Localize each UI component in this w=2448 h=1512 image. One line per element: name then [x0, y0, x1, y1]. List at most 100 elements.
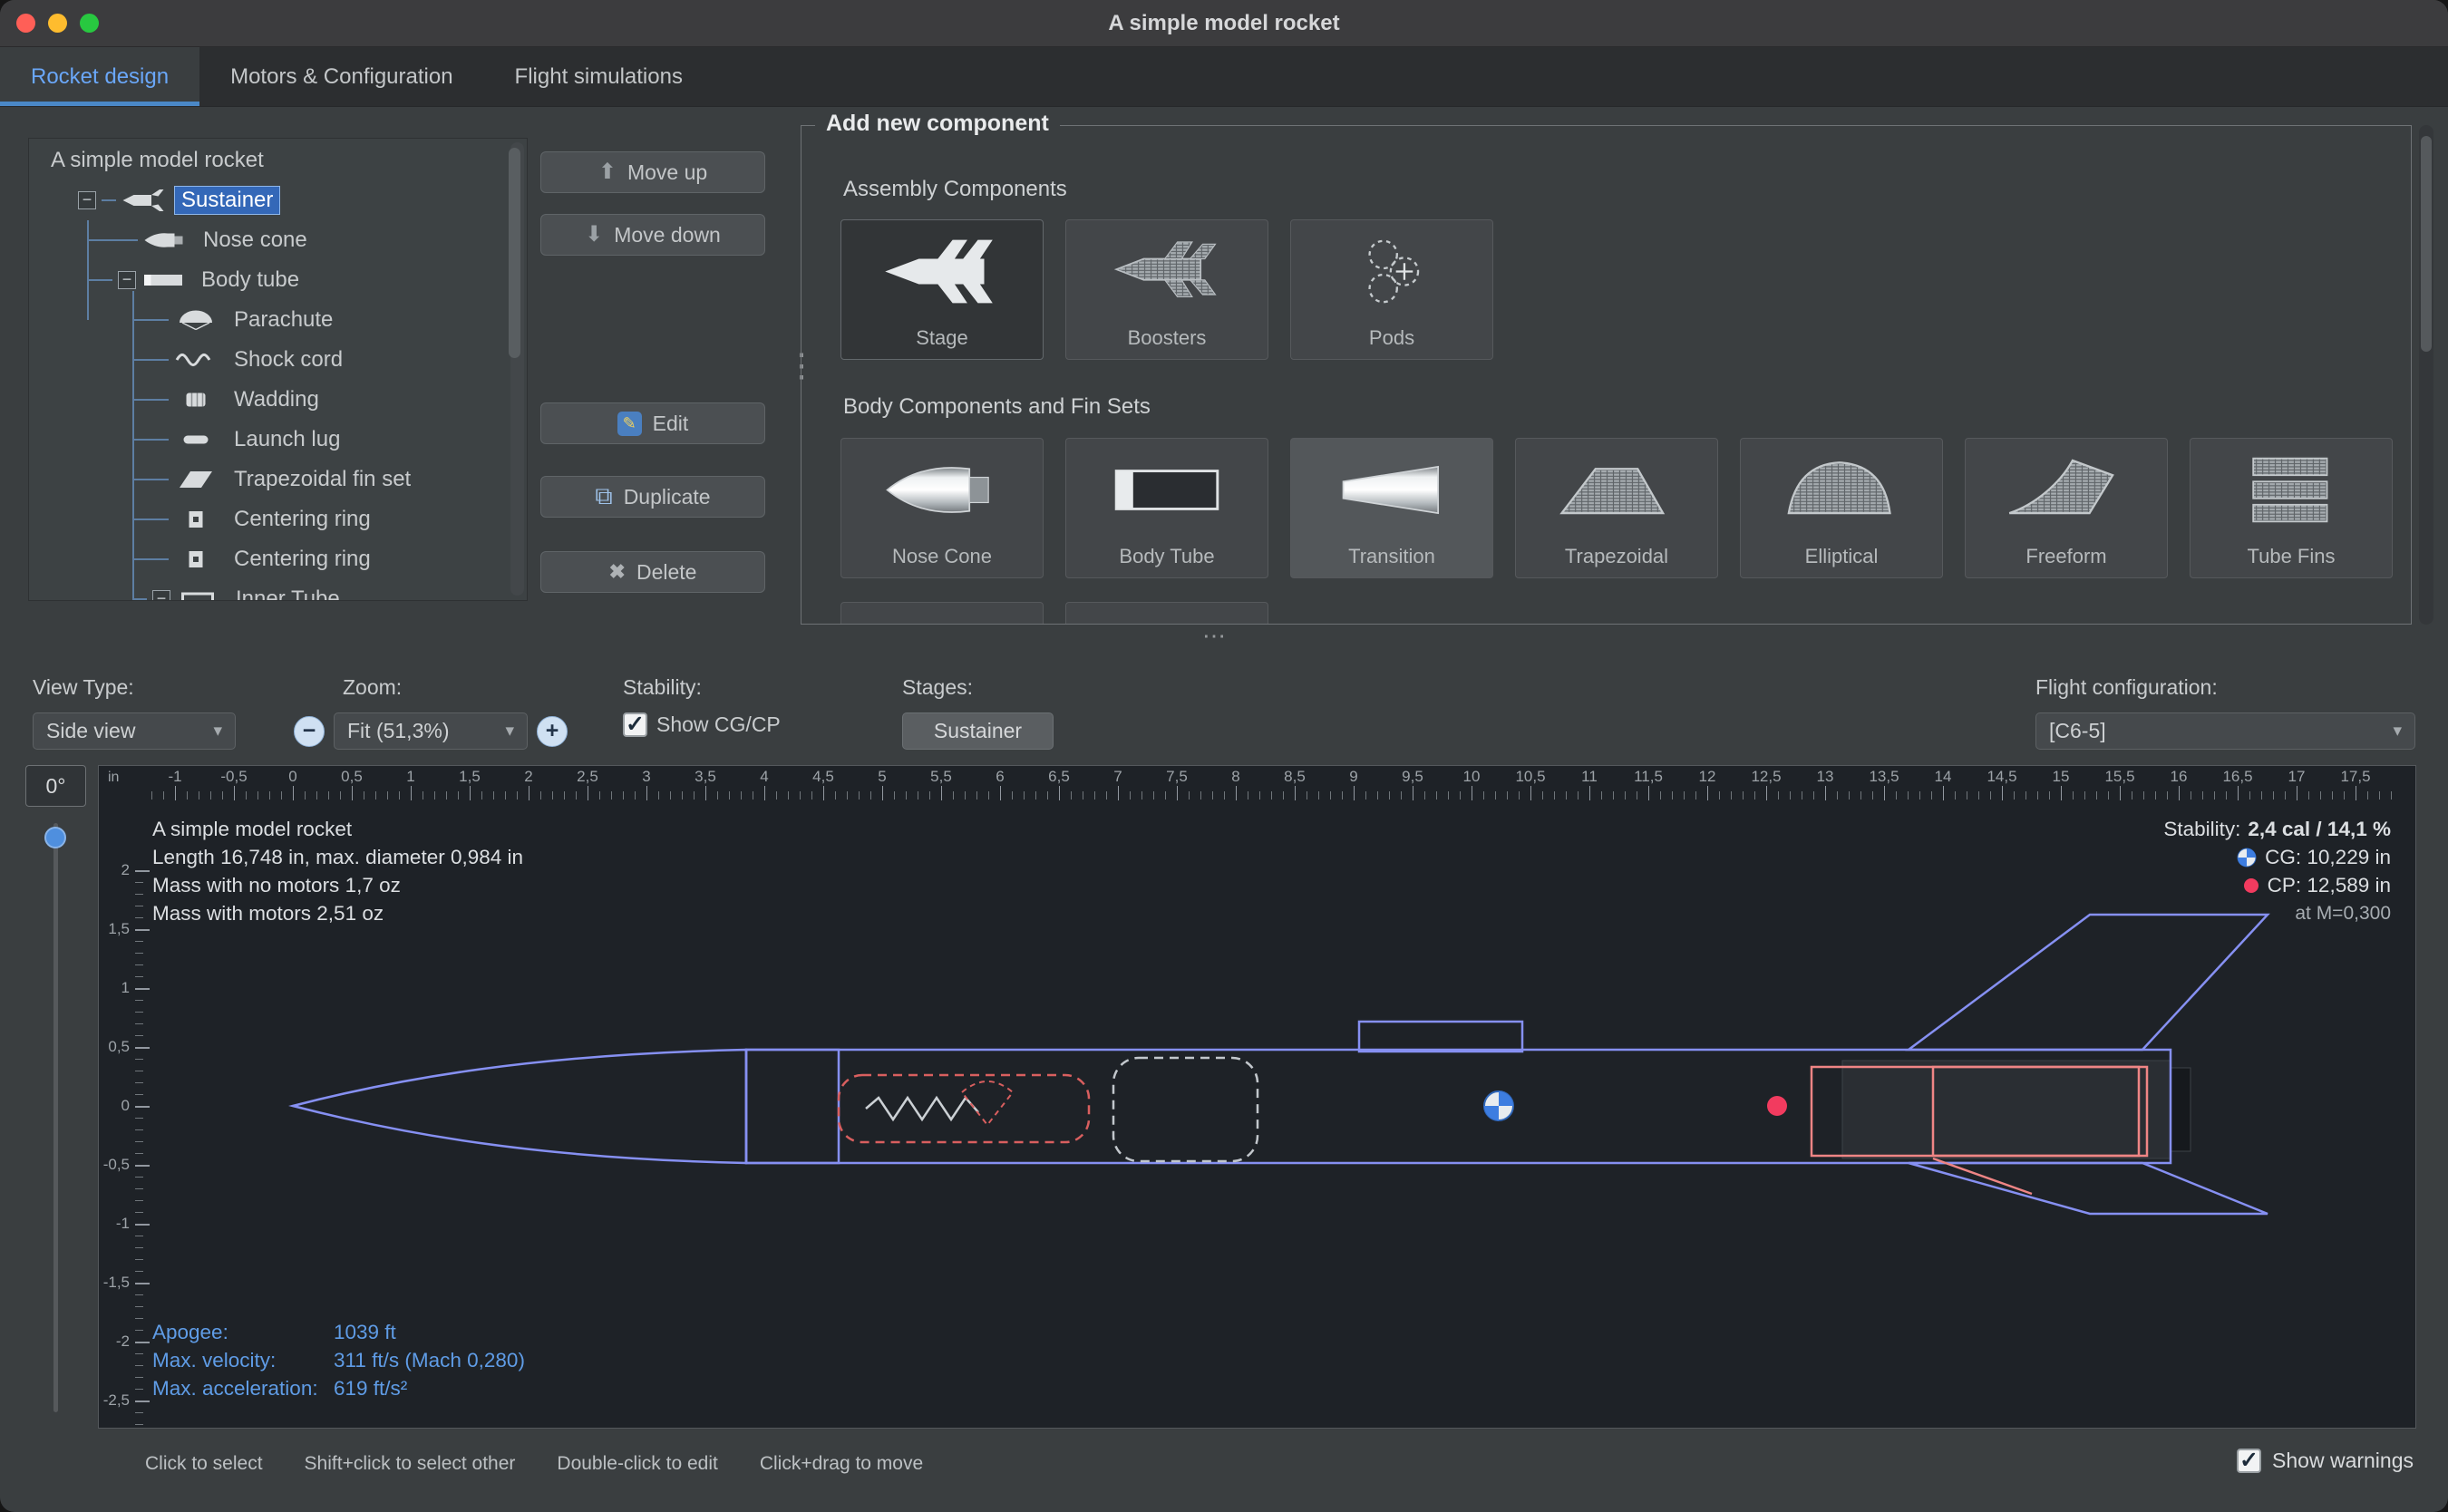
nose-shoulder-outline[interactable] — [746, 1050, 839, 1163]
tree-item-centering-ring-2[interactable]: Centering ring — [29, 539, 527, 579]
chevron-down-icon: ▾ — [200, 721, 222, 741]
stage-toggle-sustainer[interactable]: Sustainer — [902, 712, 1054, 750]
main-tabbar: Rocket design Motors & Configuration Fli… — [0, 47, 2448, 107]
cp-value: CP: 12,589 in — [2268, 871, 2391, 899]
tree-item-inner-tube[interactable]: − Inner Tube — [29, 579, 527, 601]
collapse-toggle-icon[interactable]: − — [118, 271, 136, 289]
apogee-label: Apogee: — [152, 1318, 334, 1346]
panel-scrollbar-thumb[interactable] — [2421, 136, 2432, 352]
tree-item-body-tube[interactable]: − Body tube — [29, 260, 527, 300]
wadding-outline[interactable] — [1113, 1058, 1258, 1161]
flight-data-block: Apogee:1039 ft Max. velocity:311 ft/s (M… — [152, 1318, 525, 1402]
flight-configuration-dropdown[interactable]: [C6-5] ▾ — [2035, 712, 2415, 750]
assembly-components-heading: Assembly Components — [843, 177, 1067, 202]
add-nose-cone-button[interactable]: Nose Cone — [840, 438, 1044, 578]
zoom-in-button[interactable]: + — [537, 716, 568, 747]
nose-cone-icon — [143, 228, 187, 252]
hint-double-click: Double-click to edit — [557, 1450, 717, 1478]
add-trapezoidal-fin-button[interactable]: Trapezoidal — [1515, 438, 1718, 578]
tree-item-rocket-root[interactable]: A simple model rocket — [29, 141, 527, 180]
tree-item-wadding[interactable]: Wadding — [29, 380, 527, 420]
parachute-outline[interactable] — [839, 1075, 1089, 1142]
add-elliptical-fin-button[interactable]: Elliptical — [1740, 438, 1943, 578]
rocket-canvas[interactable]: -1-0,500,511,522,533,544,555,566,577,588… — [98, 765, 2416, 1429]
view-type-label: View Type: — [33, 674, 236, 700]
add-body-tube-button[interactable]: Body Tube — [1065, 438, 1268, 578]
show-cgcp-label: Show CG/CP — [656, 712, 781, 737]
edit-button[interactable]: ✎ Edit — [540, 402, 765, 444]
view-type-dropdown[interactable]: Side view ▾ — [33, 712, 236, 750]
tree-item-parachute[interactable]: Parachute — [29, 300, 527, 340]
add-component-button-clipped-2[interactable] — [1065, 602, 1268, 625]
shock-cord-line[interactable] — [866, 1098, 978, 1119]
tree-item-shock-cord[interactable]: Shock cord — [29, 340, 527, 380]
fin-lower-outline[interactable] — [1909, 1163, 2268, 1214]
show-warnings-control: ✓ Show warnings — [2237, 1449, 2414, 1473]
show-cgcp-checkbox[interactable]: ✓ — [623, 712, 647, 737]
inner-tube-icon — [176, 587, 219, 601]
velocity-value: 311 ft/s (Mach 0,280) — [334, 1346, 525, 1374]
rotation-angle-box[interactable]: 0° — [25, 765, 86, 807]
pods-icon — [1291, 229, 1492, 314]
add-transition-button[interactable]: Transition — [1290, 438, 1493, 578]
stability-caption: Stability: — [2163, 815, 2240, 843]
move-up-button[interactable]: ⬆ Move up — [540, 151, 765, 193]
add-tube-fins-button[interactable]: Tube Fins — [2190, 438, 2393, 578]
launch-lug-icon — [174, 428, 218, 451]
tree-item-sustainer[interactable]: − Sustainer — [29, 180, 527, 220]
tree-item-nose-cone[interactable]: Nose cone — [29, 220, 527, 260]
tree-item-trapezoidal-fin-set[interactable]: Trapezoidal fin set — [29, 460, 527, 499]
duplicate-button[interactable]: ⧉ Duplicate — [540, 476, 765, 518]
hint-drag: Click+drag to move — [760, 1450, 923, 1478]
motor-tube[interactable] — [1842, 1061, 2171, 1158]
add-freeform-fin-button[interactable]: Freeform — [1965, 438, 2168, 578]
apogee-value: 1039 ft — [334, 1318, 396, 1346]
component-tree: A simple model rocket − Sustainer Nose c… — [28, 138, 528, 601]
stages-label: Stages: — [902, 674, 1054, 700]
zoom-group: Zoom: − Fit (51,3%) ▾ + — [294, 674, 568, 750]
cp-marker — [1767, 1096, 1787, 1116]
add-stage-button[interactable]: Stage — [840, 219, 1044, 360]
rotation-slider-thumb[interactable] — [44, 827, 66, 848]
tree-guide-line — [87, 220, 89, 320]
centering-ring-icon — [174, 548, 218, 571]
tree-scrollbar-thumb[interactable] — [509, 148, 520, 358]
tab-rocket-design[interactable]: Rocket design — [0, 47, 199, 106]
delete-button[interactable]: ✖ Delete — [540, 551, 765, 593]
flight-configuration-group: Flight configuration: [C6-5] ▾ — [2035, 674, 2415, 750]
centering-ring-icon — [174, 508, 218, 531]
zoom-out-button[interactable]: − — [294, 716, 325, 747]
acceleration-value: 619 ft/s² — [334, 1374, 407, 1402]
tree-item-launch-lug[interactable]: Launch lug — [29, 420, 527, 460]
launch-lug-outline[interactable] — [1359, 1022, 1522, 1052]
rotation-slider-track[interactable] — [53, 823, 58, 1412]
add-component-button-clipped-1[interactable] — [840, 602, 1044, 625]
fin-upper-outline[interactable] — [1909, 915, 2268, 1050]
zoom-dropdown[interactable]: Fit (51,3%) ▾ — [334, 712, 528, 750]
tube-fins-icon — [2191, 448, 2392, 532]
mach-value: at M=0,300 — [2295, 899, 2391, 927]
delete-x-icon: ✖ — [609, 560, 626, 584]
tab-flight-simulations[interactable]: Flight simulations — [484, 47, 714, 106]
move-down-button[interactable]: ⬇ Move down — [540, 214, 765, 256]
tree-item-centering-ring-1[interactable]: Centering ring — [29, 499, 527, 539]
collapse-toggle-icon[interactable]: − — [152, 590, 170, 601]
add-pods-button[interactable]: Pods — [1290, 219, 1493, 360]
window-title: A simple model rocket — [0, 0, 2448, 47]
cg-marker — [1484, 1091, 1513, 1120]
motor-overhang[interactable] — [2171, 1068, 2191, 1151]
hint-shift-click: Shift+click to select other — [305, 1450, 516, 1478]
add-boosters-button[interactable]: Boosters — [1065, 219, 1268, 360]
tree-guide-line — [132, 291, 134, 599]
nose-cone-outline[interactable] — [293, 1050, 746, 1163]
tree-scrollbar — [510, 142, 524, 596]
elliptical-fin-icon — [1741, 448, 1942, 532]
show-warnings-checkbox[interactable]: ✓ — [2237, 1449, 2261, 1473]
trapezoidal-fin-icon — [1516, 448, 1717, 532]
horizontal-splitter-grip[interactable]: ⋯ — [1202, 622, 1229, 650]
status-hints: Click to select Shift+click to select ot… — [145, 1450, 923, 1478]
ruler-top: -1-0,500,511,522,533,544,555,566,577,588… — [99, 766, 2415, 804]
collapse-toggle-icon[interactable]: − — [78, 191, 96, 209]
tab-motors-configuration[interactable]: Motors & Configuration — [199, 47, 483, 106]
rocket-mass-empty: Mass with no motors 1,7 oz — [152, 871, 523, 899]
